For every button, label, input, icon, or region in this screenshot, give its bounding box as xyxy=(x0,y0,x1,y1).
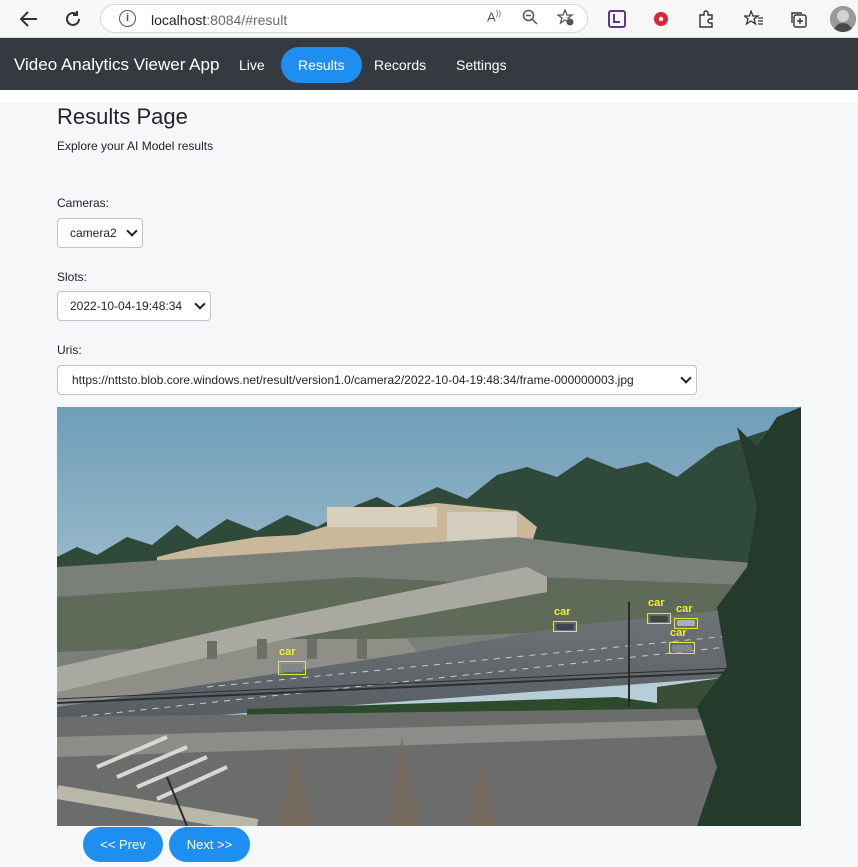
detection-label: car xyxy=(554,606,571,618)
extension-square-icon[interactable] xyxy=(604,6,630,32)
cameras-select[interactable]: camera2 xyxy=(57,218,143,248)
cameras-select-value: camera2 xyxy=(70,226,117,240)
result-frame-image: car car car car car xyxy=(57,407,801,826)
address-bar[interactable]: i localhost:8084/#result A)) xyxy=(100,4,588,33)
read-aloud-icon[interactable]: A)) xyxy=(487,9,501,24)
favorites-icon[interactable] xyxy=(741,6,767,32)
detection-box xyxy=(647,613,671,624)
profile-avatar[interactable] xyxy=(830,6,856,32)
app-navbar: Video Analytics Viewer App Live Results … xyxy=(0,38,858,90)
chevron-down-icon xyxy=(194,298,206,310)
page-subtitle: Explore your AI Model results xyxy=(57,139,214,153)
detection-label: car xyxy=(648,597,665,609)
nav-live[interactable]: Live xyxy=(222,47,282,83)
zoom-out-icon[interactable] xyxy=(522,9,538,28)
detection-label: car xyxy=(676,603,693,615)
browser-toolbar: i localhost:8084/#result A)) xyxy=(0,0,858,38)
red-record-icon[interactable] xyxy=(648,6,674,32)
nav-results[interactable]: Results xyxy=(281,47,362,83)
slots-select-value: 2022-10-04-19:48:34 xyxy=(70,299,183,313)
uris-label: Uris: xyxy=(57,343,82,357)
chevron-down-icon xyxy=(126,225,138,237)
uris-select-value: https://nttsto.blob.core.windows.net/res… xyxy=(72,373,634,387)
detection-box xyxy=(553,621,577,632)
nav-settings[interactable]: Settings xyxy=(439,47,524,83)
chevron-down-icon xyxy=(680,372,692,384)
url-text: localhost:8084/#result xyxy=(151,12,288,28)
next-button[interactable]: Next >> xyxy=(169,827,250,862)
prev-button[interactable]: << Prev xyxy=(83,827,163,862)
uris-select[interactable]: https://nttsto.blob.core.windows.net/res… xyxy=(57,365,697,395)
detection-box xyxy=(278,661,306,675)
detection-box xyxy=(669,642,695,654)
page-title: Results Page xyxy=(57,104,188,129)
info-icon[interactable]: i xyxy=(119,10,136,27)
puzzle-icon[interactable] xyxy=(693,6,719,32)
slots-select[interactable]: 2022-10-04-19:48:34 xyxy=(57,291,211,321)
nav-records[interactable]: Records xyxy=(357,47,443,83)
slots-label: Slots: xyxy=(57,270,88,284)
detection-label: car xyxy=(279,646,296,658)
back-arrow-icon[interactable] xyxy=(16,6,42,32)
content-top-strip xyxy=(0,90,858,102)
favorite-add-icon[interactable] xyxy=(556,8,575,30)
reload-icon[interactable] xyxy=(60,6,86,32)
camera-scene xyxy=(57,407,801,826)
cameras-label: Cameras: xyxy=(57,196,110,210)
app-brand[interactable]: Video Analytics Viewer App xyxy=(14,55,219,75)
collections-icon[interactable] xyxy=(785,6,811,32)
detection-label: car xyxy=(670,627,687,639)
